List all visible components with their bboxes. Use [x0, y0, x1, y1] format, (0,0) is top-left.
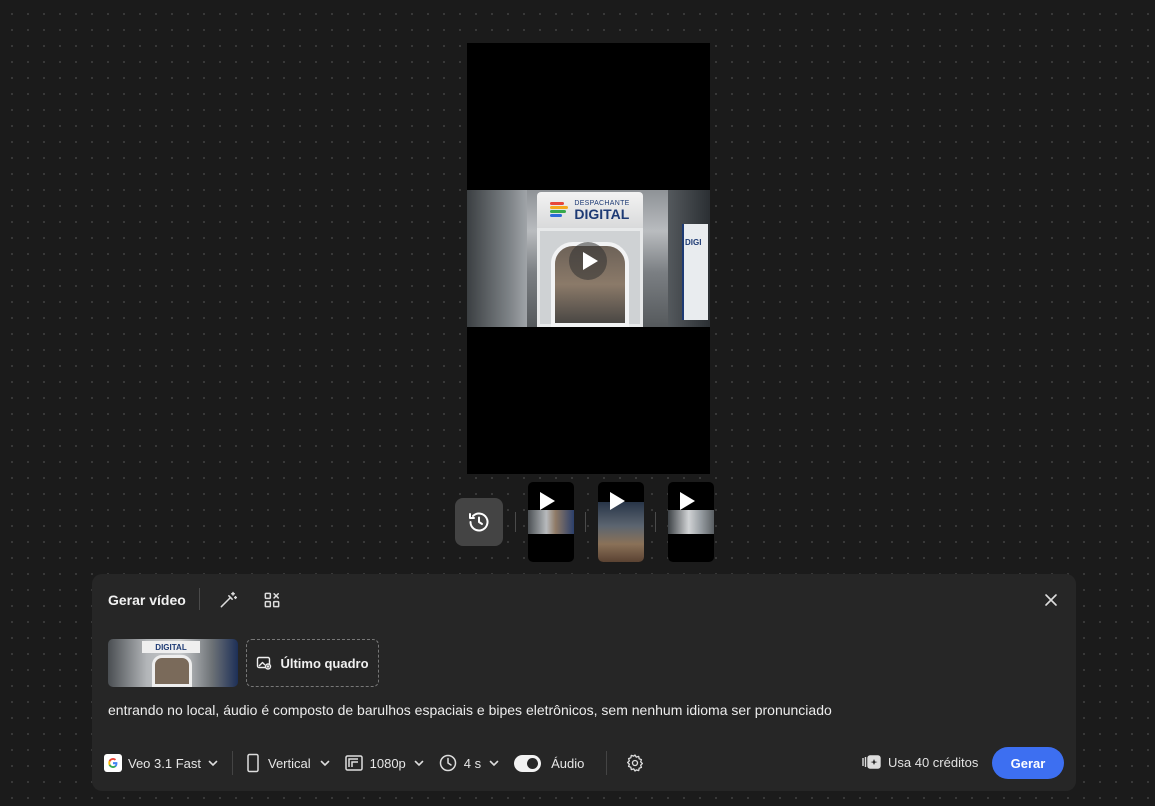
audio-label: Áudio — [551, 755, 585, 771]
divider — [199, 588, 200, 610]
google-icon — [104, 754, 122, 772]
thumbnail-clip-1[interactable] — [528, 482, 574, 562]
model-label: Veo 3.1 Fast — [128, 755, 201, 771]
side-sign-text: DIGI — [685, 238, 702, 247]
chevron-down-icon — [208, 760, 218, 767]
divider — [655, 512, 656, 532]
thumbnail-image — [668, 510, 714, 534]
model-dropdown[interactable]: Veo 3.1 Fast — [104, 754, 219, 772]
thumbnail-clip-3[interactable] — [668, 482, 714, 562]
aspect-label: Vertical — [268, 755, 311, 771]
divider — [515, 512, 516, 532]
prompt-input[interactable]: entrando no local, áudio é composto de b… — [108, 702, 832, 718]
play-icon — [610, 492, 625, 510]
ref-door — [152, 655, 192, 687]
video-preview[interactable]: DIGI DESPACHANTE DIGITAL — [467, 43, 710, 474]
corridor-left — [467, 190, 527, 327]
last-frame-label: Último quadro — [280, 655, 369, 671]
gear-icon — [627, 754, 644, 772]
magic-wand-button[interactable] — [216, 588, 240, 612]
grid-settings-button[interactable] — [260, 588, 284, 612]
chevron-down-icon — [320, 760, 329, 767]
close-button[interactable] — [1041, 590, 1061, 610]
sign-big-text: DIGITAL — [574, 205, 630, 222]
divider — [606, 751, 608, 775]
play-icon — [680, 492, 695, 510]
play-icon — [540, 492, 555, 510]
clock-icon — [439, 754, 457, 772]
magic-wand-icon — [220, 591, 238, 608]
history-button[interactable] — [455, 498, 503, 546]
grid-settings-icon — [264, 592, 280, 608]
ref-sign: DIGITAL — [142, 641, 200, 653]
last-frame-button[interactable]: Último quadro — [246, 639, 379, 687]
divider — [232, 751, 233, 775]
video-frame[interactable]: DIGI DESPACHANTE DIGITAL — [467, 190, 710, 327]
thumbnail-image — [598, 502, 644, 562]
ref-sign-text: DIGITAL — [155, 642, 187, 652]
audio-toggle[interactable]: Áudio — [514, 754, 585, 772]
generate-video-panel: Gerar vídeo DIGITAL Último quadro entran… — [92, 574, 1076, 791]
duration-dropdown[interactable]: 4 s — [439, 754, 500, 772]
resolution-icon — [344, 755, 363, 771]
side-sign: DIGI — [682, 224, 708, 320]
credits-icon — [862, 755, 881, 769]
resolution-label: 1080p — [369, 755, 406, 771]
history-icon — [469, 512, 489, 532]
play-icon — [582, 252, 598, 270]
duration-label: 4 s — [463, 755, 482, 771]
aspect-dropdown[interactable]: Vertical — [246, 753, 331, 773]
thumbnail-image — [528, 510, 574, 534]
chevron-down-icon — [489, 760, 499, 767]
thumbnail-clip-2[interactable] — [598, 482, 644, 562]
resolution-dropdown[interactable]: 1080p — [344, 755, 425, 771]
chevron-down-icon — [414, 760, 424, 767]
reference-image-thumbnail[interactable]: DIGITAL — [108, 639, 238, 687]
advanced-settings-button[interactable] — [625, 753, 645, 773]
logo-mark-icon — [550, 200, 570, 220]
phone-icon — [247, 753, 259, 773]
audio-switch[interactable] — [514, 754, 542, 772]
divider — [585, 512, 586, 532]
image-icon — [257, 656, 272, 670]
close-icon — [1045, 594, 1057, 606]
credits-label: Usa 40 créditos — [888, 754, 979, 770]
panel-title: Gerar vídeo — [108, 592, 186, 608]
despachante-digital-sign: DESPACHANTE DIGITAL — [537, 192, 643, 228]
play-button[interactable] — [569, 242, 607, 280]
credits-indicator: Usa 40 créditos — [862, 754, 978, 770]
generate-button[interactable]: Gerar — [992, 747, 1064, 779]
toolbar: Veo 3.1 Fast Vertical 1080p 4 s Áudio — [104, 750, 645, 776]
